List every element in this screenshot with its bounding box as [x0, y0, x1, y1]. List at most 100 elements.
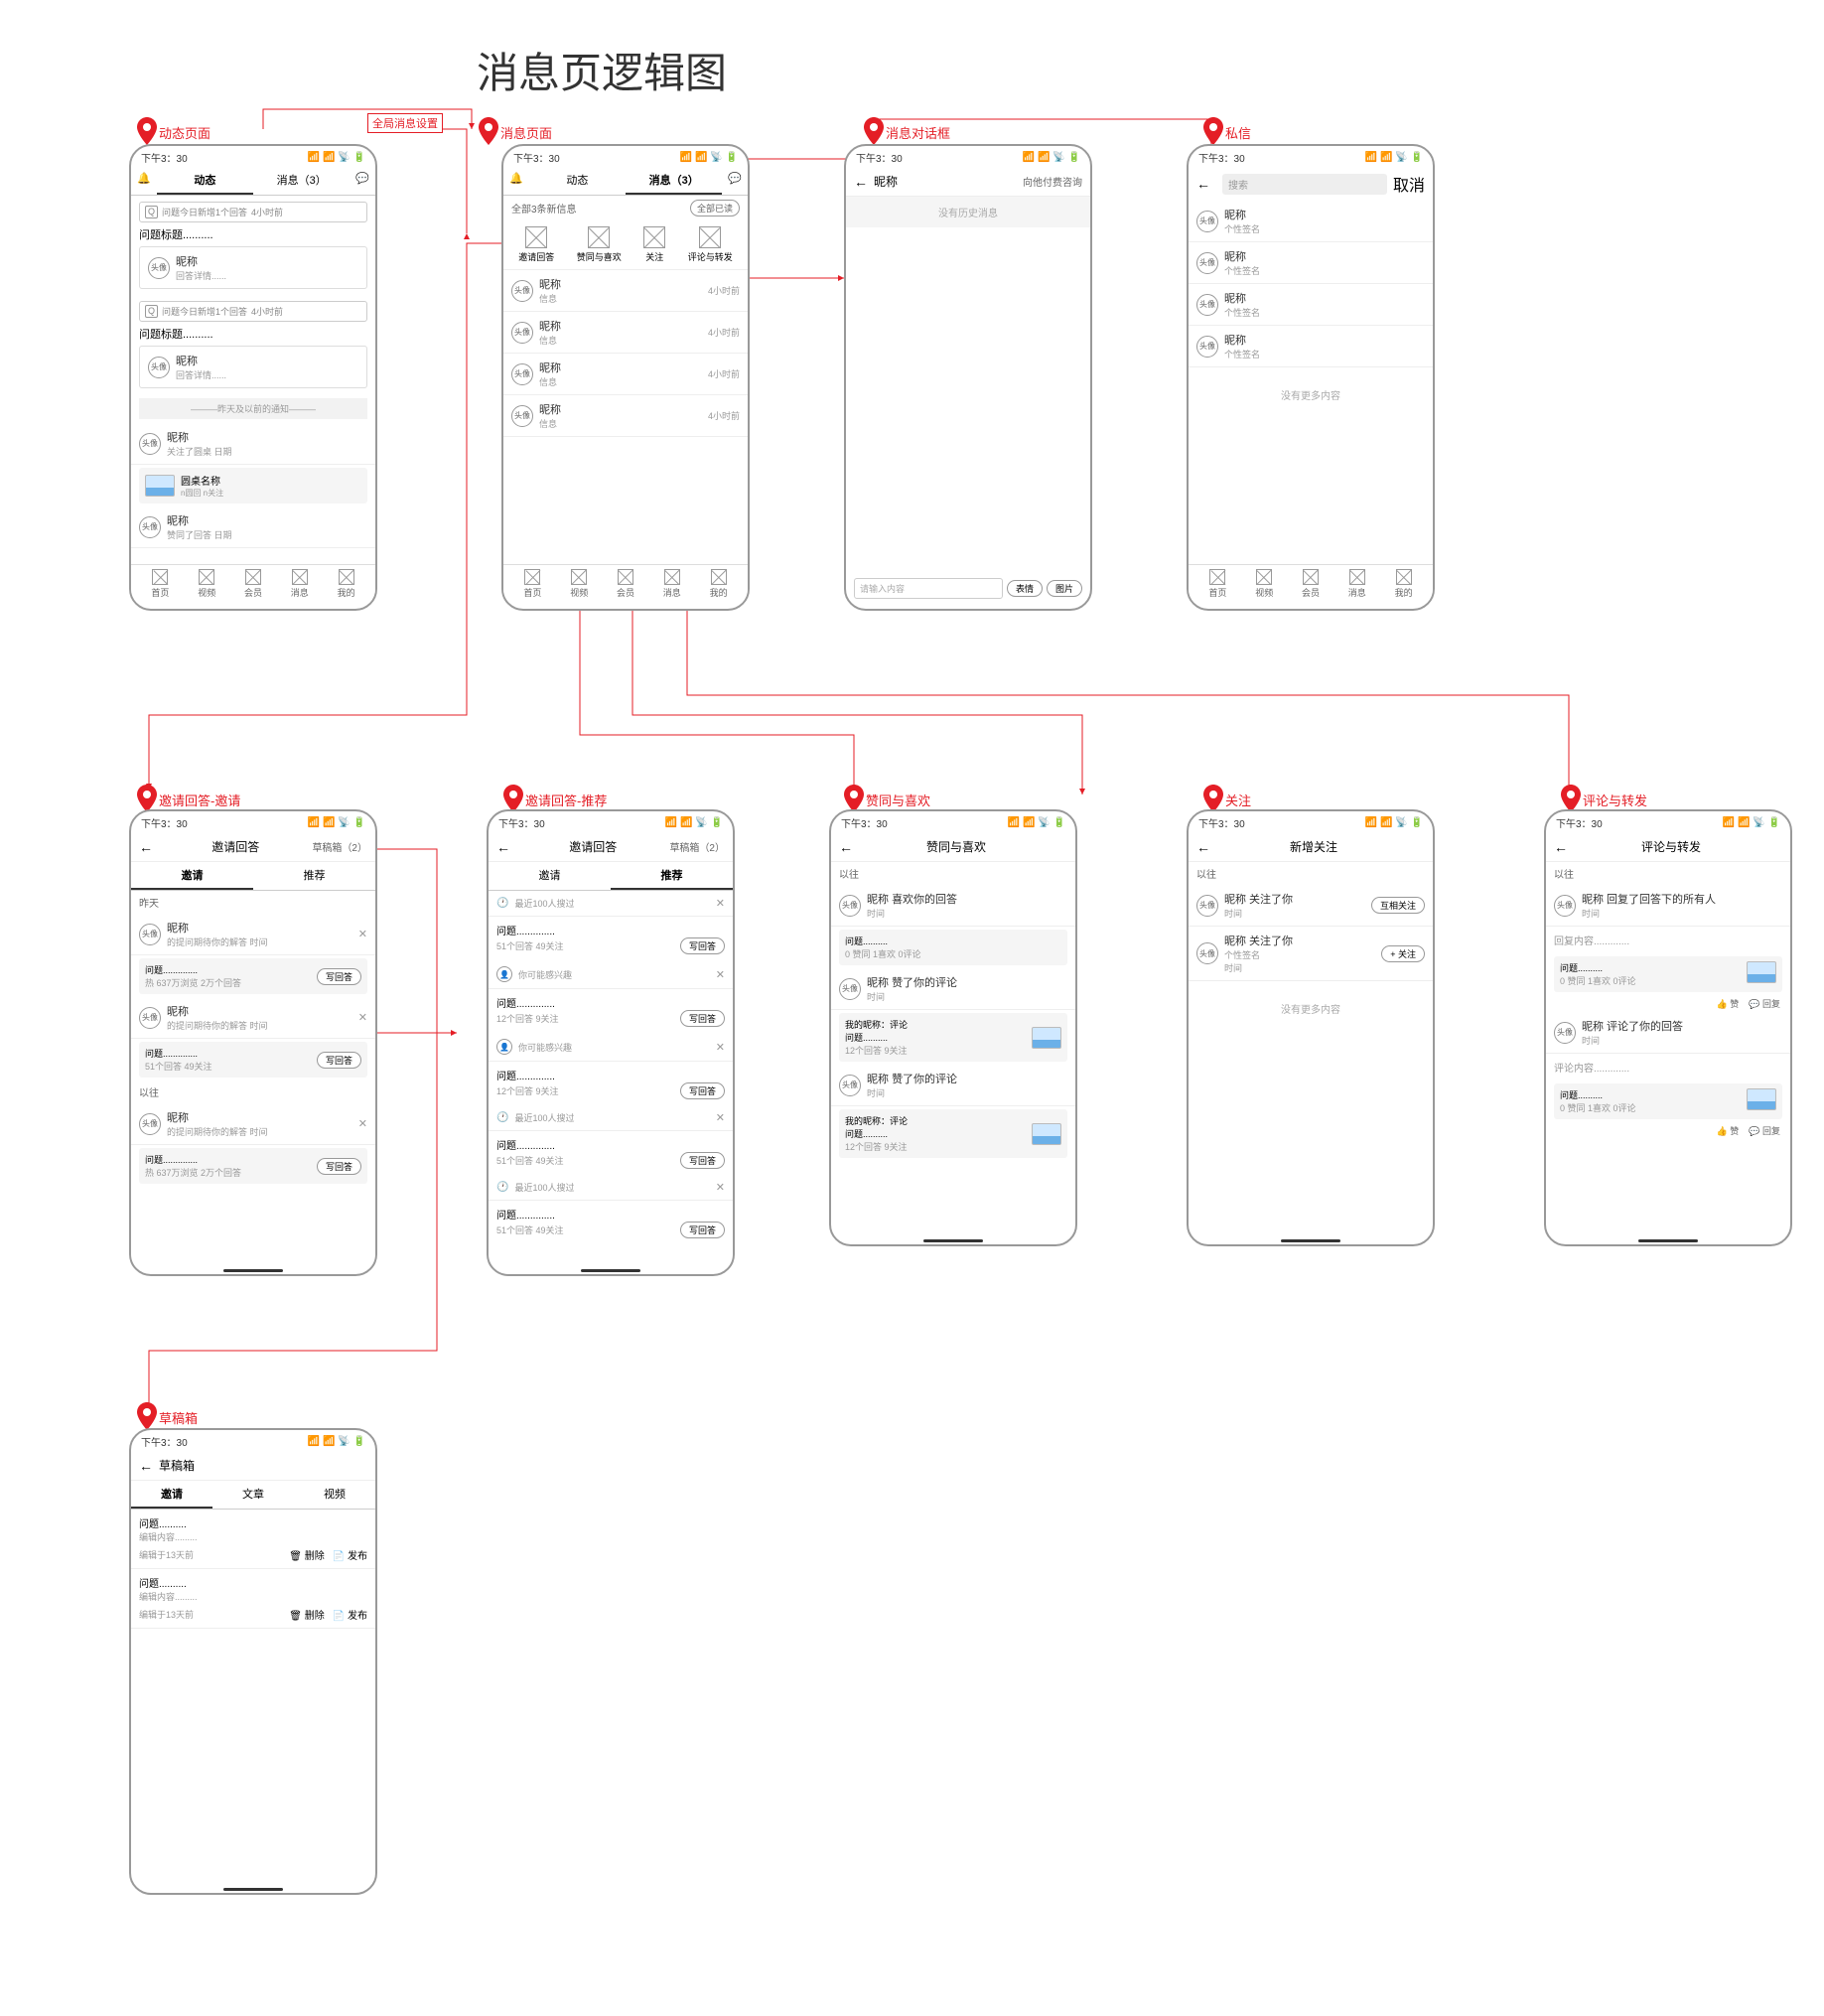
cat-like[interactable]: 赞同与喜欢	[577, 226, 622, 263]
write-answer-button[interactable]: 写回答	[317, 1052, 361, 1069]
write-answer-button[interactable]: 写回答	[680, 1222, 725, 1238]
back-button[interactable]: ←	[1196, 176, 1210, 192]
back-button[interactable]: ←	[496, 839, 510, 855]
nav-home[interactable]: 首页	[523, 569, 541, 599]
emoji-button[interactable]: 表情	[1007, 580, 1043, 597]
tab-invite[interactable]: 邀请	[131, 862, 253, 890]
image-button[interactable]: 图片	[1047, 580, 1082, 597]
reply-button[interactable]: 💬 回复	[1749, 1124, 1780, 1137]
cat-follow[interactable]: 关注	[643, 226, 665, 263]
tab-draft-article[interactable]: 文章	[212, 1481, 294, 1509]
pin-label-like: 赞同与喜欢	[866, 791, 930, 809]
nav-mine[interactable]: 我的	[1395, 569, 1413, 599]
avatar[interactable]: 头像	[139, 433, 161, 455]
dismiss-button[interactable]: ✕	[358, 928, 367, 940]
q-title[interactable]: 问题标题..........	[139, 226, 367, 242]
avatar[interactable]: 头像	[139, 516, 161, 538]
tab-dynamic[interactable]: 动态	[157, 167, 253, 195]
write-answer-button[interactable]: 写回答	[680, 937, 725, 954]
dismiss-button[interactable]: ✕	[716, 1111, 725, 1124]
search-input[interactable]: 搜索	[1222, 174, 1387, 195]
cat-comment[interactable]: 评论与转发	[688, 226, 733, 263]
bell-icon[interactable]: 🔔	[131, 167, 157, 195]
dm-row[interactable]: 头像昵称个性签名	[1189, 326, 1433, 367]
back-button[interactable]: ←	[1196, 839, 1210, 855]
tab-invite[interactable]: 邀请	[489, 862, 611, 890]
dismiss-button[interactable]: ✕	[358, 1011, 367, 1024]
write-answer-button[interactable]: 写回答	[317, 1158, 361, 1175]
nav-member[interactable]: 会员	[1302, 569, 1320, 599]
pin-label-dialog: 消息对话框	[886, 123, 950, 142]
consult-link[interactable]: 向他付费咨询	[1023, 174, 1082, 189]
follow-button[interactable]: + 关注	[1381, 945, 1425, 962]
bell-icon[interactable]: 🔔	[503, 167, 529, 195]
dismiss-button[interactable]: ✕	[716, 968, 725, 981]
category-grid: 邀请回答 赞同与喜欢 关注 评论与转发	[503, 220, 748, 270]
dismiss-button[interactable]: ✕	[716, 1041, 725, 1054]
nav-mine[interactable]: 我的	[710, 569, 728, 599]
clock-icon: 🕐	[496, 1182, 508, 1193]
draft-link[interactable]: 草稿箱（2）	[312, 839, 367, 854]
nav-video[interactable]: 视频	[1255, 569, 1273, 599]
msg-row[interactable]: 头像昵称信息4小时前	[503, 395, 748, 437]
screen-comment: 下午3：30📶 📶 📡 🔋 ←评论与转发 以往 头像昵称 回复了回答下的所有人时…	[1544, 809, 1792, 1246]
nav-home[interactable]: 首页	[151, 569, 169, 599]
tab-message[interactable]: 消息（3）	[253, 167, 350, 195]
dismiss-button[interactable]: ✕	[716, 1181, 725, 1194]
msg-row[interactable]: 头像昵称信息4小时前	[503, 354, 748, 395]
msg-row[interactable]: 头像昵称信息4小时前	[503, 312, 748, 354]
cat-invite[interactable]: 邀请回答	[518, 226, 554, 263]
nav-message[interactable]: 消息	[663, 569, 681, 599]
delete-button[interactable]: 🗑 删除	[289, 1551, 324, 1562]
roundtable-card[interactable]: 圆桌名称n圆回 n关注	[139, 468, 367, 504]
tab-draft-video[interactable]: 视频	[294, 1481, 375, 1509]
write-answer-button[interactable]: 写回答	[317, 968, 361, 985]
publish-button[interactable]: 📄 发布	[333, 1551, 367, 1562]
mark-all-read-button[interactable]: 全部已读	[690, 200, 740, 216]
tab-draft-invite[interactable]: 邀请	[131, 1481, 212, 1509]
dismiss-button[interactable]: ✕	[358, 1117, 367, 1130]
dismiss-button[interactable]: ✕	[716, 897, 725, 910]
nav-home[interactable]: 首页	[1208, 569, 1226, 599]
back-button[interactable]: ←	[854, 174, 868, 190]
nav-message[interactable]: 消息	[1348, 569, 1366, 599]
tab-message[interactable]: 消息（3）	[626, 167, 722, 195]
pin-icon	[137, 117, 157, 145]
back-button[interactable]: ←	[139, 1458, 153, 1474]
q-title[interactable]: 问题标题..........	[139, 326, 367, 342]
avatar[interactable]: 头像	[148, 257, 170, 279]
chat-icon[interactable]: 💬	[722, 167, 748, 195]
msg-row[interactable]: 头像昵称信息4小时前	[503, 270, 748, 312]
dm-row[interactable]: 头像昵称个性签名	[1189, 242, 1433, 284]
chat-icon[interactable]: 💬	[350, 167, 375, 195]
pin-icon	[864, 117, 884, 145]
nav-video[interactable]: 视频	[570, 569, 588, 599]
q-card[interactable]: 问题..............热 637万浏览 2万个回答写回答	[139, 958, 367, 994]
mutual-follow-button[interactable]: 互相关注	[1371, 897, 1425, 914]
back-button[interactable]: ←	[839, 839, 853, 855]
publish-button[interactable]: 📄 发布	[333, 1611, 367, 1622]
nav-member[interactable]: 会员	[244, 569, 262, 599]
tab-rec[interactable]: 推荐	[611, 862, 733, 890]
back-button[interactable]: ←	[139, 839, 153, 855]
tab-dynamic[interactable]: 动态	[529, 167, 626, 195]
write-answer-button[interactable]: 写回答	[680, 1010, 725, 1027]
nav-member[interactable]: 会员	[617, 569, 634, 599]
tab-rec[interactable]: 推荐	[253, 862, 375, 890]
nav-mine[interactable]: 我的	[338, 569, 355, 599]
message-input[interactable]: 请输入内容	[854, 578, 1003, 599]
dm-row[interactable]: 头像昵称个性签名	[1189, 284, 1433, 326]
nav-video[interactable]: 视频	[198, 569, 215, 599]
write-answer-button[interactable]: 写回答	[680, 1082, 725, 1099]
nav-message[interactable]: 消息	[291, 569, 309, 599]
cancel-link[interactable]: 取消	[1393, 172, 1425, 196]
screen-dynamic: 下午3：30📶 📶 📡 🔋 🔔 动态 消息（3） 💬 Q问题今日新增1个回答4小…	[129, 144, 377, 611]
like-button[interactable]: 👍 赞	[1717, 997, 1740, 1010]
like-button[interactable]: 👍 赞	[1717, 1124, 1740, 1137]
avatar[interactable]: 头像	[148, 357, 170, 378]
back-button[interactable]: ←	[1554, 839, 1568, 855]
write-answer-button[interactable]: 写回答	[680, 1152, 725, 1169]
reply-button[interactable]: 💬 回复	[1749, 997, 1780, 1010]
dm-row[interactable]: 头像昵称个性签名	[1189, 201, 1433, 242]
delete-button[interactable]: 🗑 删除	[289, 1611, 324, 1622]
